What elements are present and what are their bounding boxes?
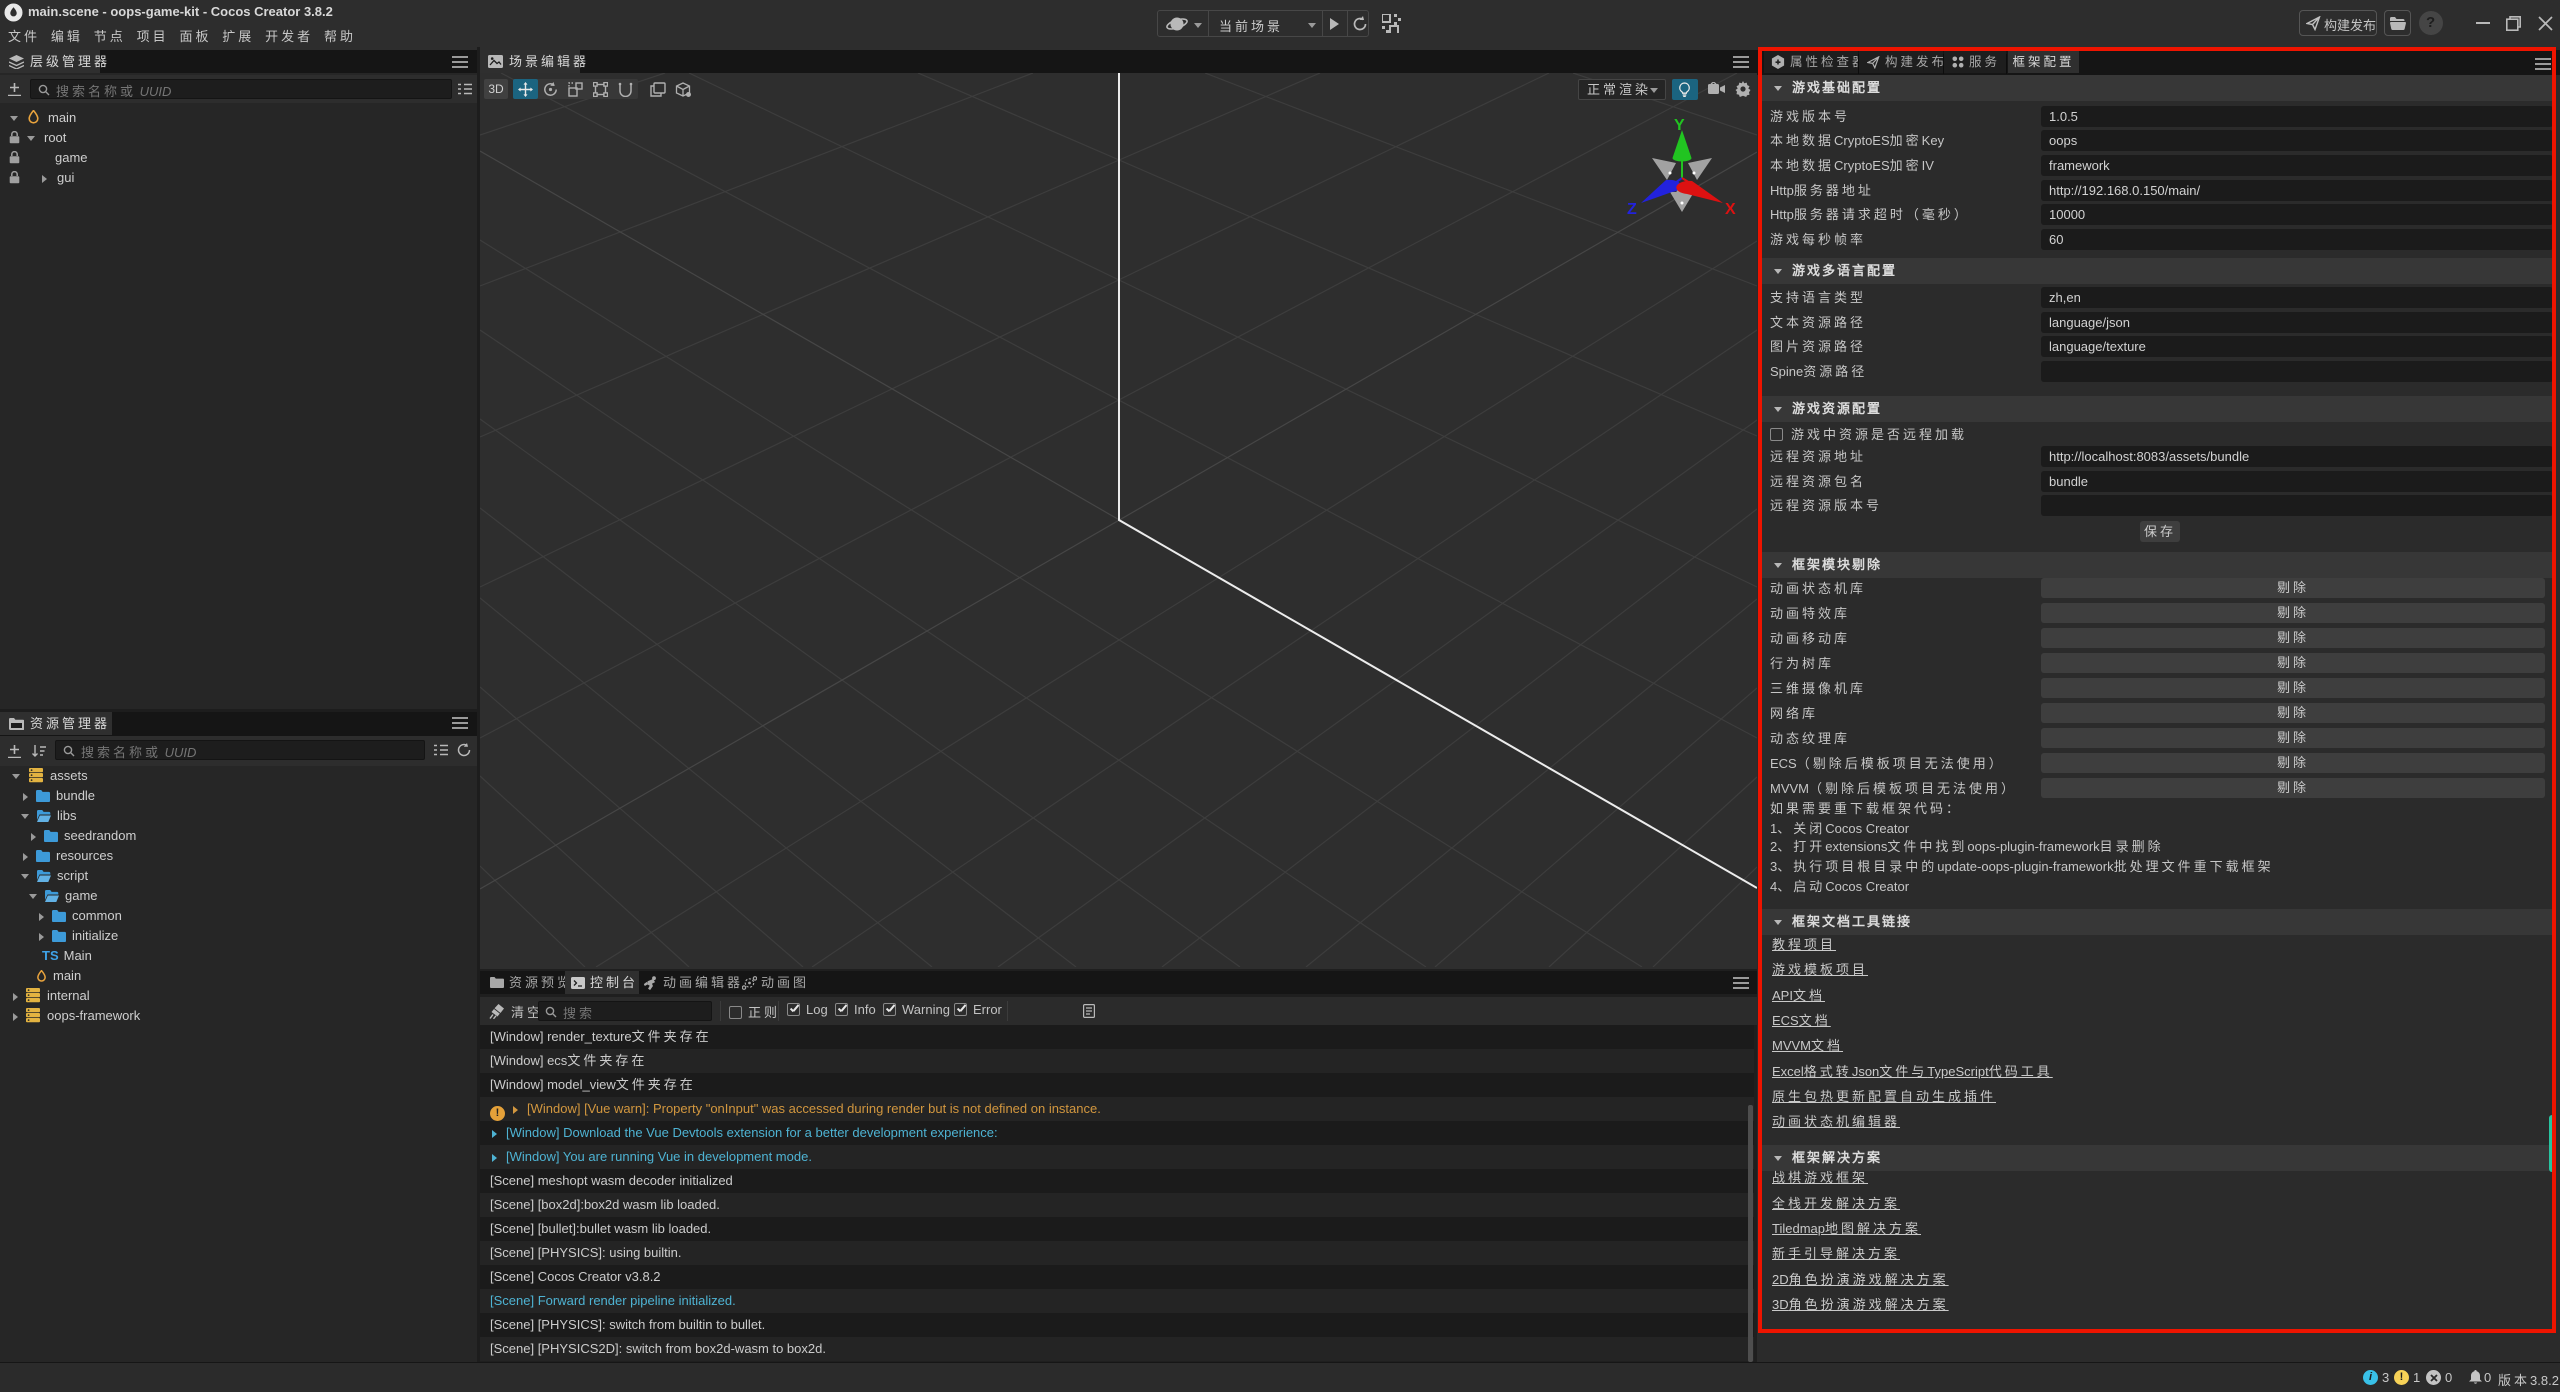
svg-text:Z: Z (1627, 201, 1637, 218)
svg-text:Y: Y (1674, 117, 1685, 134)
svg-text:X: X (1725, 201, 1736, 218)
